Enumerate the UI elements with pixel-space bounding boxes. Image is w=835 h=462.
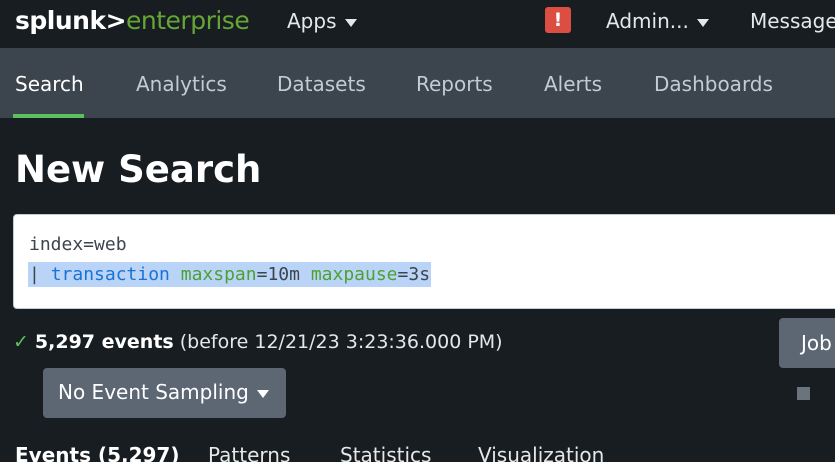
page-title: New Search [15, 148, 262, 191]
logo-splunk-text: splunk> [15, 6, 127, 35]
logo-enterprise-text: enterprise [126, 6, 250, 35]
active-tab-indicator [13, 114, 84, 118]
search-query-line-2-selected: | transaction maxspan=10m maxpause=3s [28, 262, 432, 287]
alert-icon[interactable]: ! [545, 7, 571, 33]
apps-menu[interactable]: Apps [287, 9, 357, 33]
tab-patterns[interactable]: Patterns [208, 443, 290, 462]
app-navigation-bar: Search Analytics Datasets Reports Alerts… [0, 48, 835, 118]
tab-reports[interactable]: Reports [416, 72, 493, 96]
pipe-token: | [29, 264, 51, 285]
argument-name-token: maxspan [180, 264, 257, 285]
search-query-line-1: index=web [29, 234, 127, 255]
messages-menu[interactable]: Message [750, 9, 835, 33]
admin-menu-label: Admin... [606, 9, 689, 33]
chevron-down-icon [344, 18, 357, 27]
messages-menu-label: Message [750, 9, 835, 33]
stop-icon[interactable] [797, 387, 810, 400]
splunk-logo[interactable]: splunk>enterprise [15, 6, 250, 35]
check-icon: ✓ [13, 331, 29, 353]
event-sampling-label: No Event Sampling [58, 380, 249, 404]
tab-analytics[interactable]: Analytics [136, 72, 227, 96]
global-header: splunk>enterprise Apps ! Admin... Messag… [0, 0, 835, 48]
argument-value-token: =10m [256, 264, 300, 285]
status-detail: (before 12/21/23 3:23:36.000 PM) [179, 331, 503, 353]
tab-datasets[interactable]: Datasets [277, 72, 366, 96]
chevron-down-icon [256, 389, 269, 398]
tab-visualization[interactable]: Visualization [478, 443, 604, 462]
tab-alerts[interactable]: Alerts [544, 72, 602, 96]
job-button[interactable]: Job [779, 318, 835, 368]
admin-menu[interactable]: Admin... [606, 9, 709, 33]
search-query-input[interactable]: index=web | transaction maxspan=10m maxp… [13, 214, 835, 309]
tab-search[interactable]: Search [15, 72, 84, 96]
command-token: transaction [50, 264, 170, 285]
tab-events[interactable]: Events (5,297) [15, 443, 179, 462]
event-count: 5,297 events [34, 331, 174, 353]
tab-dashboards[interactable]: Dashboards [654, 72, 773, 96]
argument-value-token: =3s [397, 264, 431, 285]
tab-statistics[interactable]: Statistics [340, 443, 431, 462]
event-sampling-dropdown[interactable]: No Event Sampling [43, 368, 286, 418]
apps-menu-label: Apps [287, 9, 337, 33]
chevron-down-icon [696, 18, 709, 27]
argument-name-token: maxpause [310, 264, 398, 285]
search-status: ✓ 5,297 events (before 12/21/23 3:23:36.0… [13, 331, 503, 353]
